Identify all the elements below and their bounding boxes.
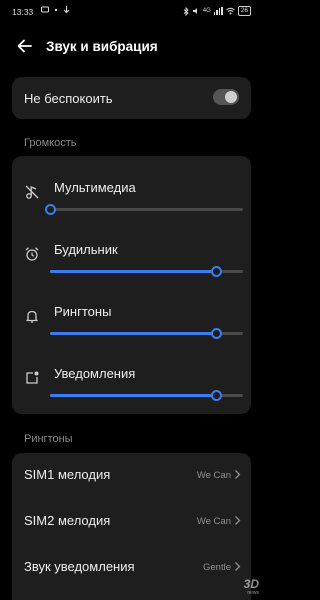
volume-section-title: Громкость	[24, 137, 77, 149]
slider-fill	[50, 394, 216, 397]
status-time: 13:33	[12, 7, 34, 17]
download-icon	[63, 6, 70, 14]
page-title: Звук и вибрация	[46, 39, 158, 54]
ringtone-value: Gentle	[203, 562, 231, 573]
slider-thumb[interactable]	[45, 204, 56, 215]
ringtone-row-sim2[interactable]: SIM2 мелодия We Can	[12, 499, 251, 543]
signal-icon	[213, 7, 223, 15]
volume-slider[interactable]	[50, 328, 243, 339]
volume-label: Будильник	[54, 242, 118, 257]
network-type-label: 4G	[202, 8, 211, 14]
slider-thumb[interactable]	[210, 390, 222, 401]
ringtones-card: SIM1 мелодия We Can SIM2 мелодия We Can …	[12, 453, 251, 600]
volume-label: Мультимедиа	[54, 180, 136, 195]
battery-icon: 26	[237, 6, 251, 16]
slider-fill	[50, 270, 216, 273]
chevron-right-icon	[235, 470, 241, 479]
status-left-icons	[41, 6, 70, 14]
ringtone-row-notification-sound[interactable]: Звук уведомления Gentle	[12, 545, 251, 589]
volume-row-alarm: Будильник	[12, 226, 251, 286]
volume-label: Рингтоны	[54, 304, 112, 319]
ringtone-label: Звук уведомления	[24, 559, 135, 574]
bluetooth-icon	[183, 6, 189, 16]
do-not-disturb-label: Не беспокоить	[24, 91, 113, 106]
do-not-disturb-toggle[interactable]	[213, 89, 239, 105]
notification-icon	[26, 371, 39, 384]
chevron-right-icon	[235, 516, 241, 525]
watermark-main: 3D	[243, 577, 259, 591]
volume-label: Уведомления	[54, 366, 136, 381]
do-not-disturb-row[interactable]: Не беспокоить	[12, 77, 251, 119]
back-arrow-icon[interactable]	[16, 37, 34, 55]
toggle-knob	[225, 91, 237, 103]
mute-icon	[192, 8, 197, 14]
wifi-icon	[225, 7, 235, 15]
muted-music-icon	[25, 185, 39, 199]
chevron-right-icon	[235, 562, 241, 571]
ringtone-value: We Can	[196, 470, 231, 481]
volume-row-ringtone: Рингтоны	[12, 288, 251, 348]
volume-card: Мультимедиа Будильник Рингтоны Уведомлен…	[12, 156, 251, 414]
status-right-icons: 4G 26	[183, 6, 251, 16]
volume-slider[interactable]	[50, 266, 243, 277]
slider-thumb[interactable]	[210, 266, 222, 277]
volume-row-notifications: Уведомления	[12, 350, 251, 410]
volume-slider[interactable]	[45, 204, 243, 215]
ringtone-label: SIM2 мелодия	[24, 513, 111, 528]
slider-thumb[interactable]	[210, 328, 222, 339]
ringtone-row-sim1[interactable]: SIM1 мелодия We Can	[12, 453, 251, 497]
bell-icon	[26, 310, 38, 323]
watermark-logo: 3D news	[243, 577, 259, 596]
ringtones-section-title: Рингтоны	[24, 433, 73, 445]
volume-slider[interactable]	[50, 390, 243, 401]
status-bar: 13:33 4G 26	[0, 0, 263, 22]
slider-fill	[50, 332, 216, 335]
ringtone-label: SIM1 мелодия	[24, 467, 111, 482]
alarm-clock-icon	[25, 247, 39, 261]
header: Звук и вибрация	[0, 30, 263, 64]
more-icon	[54, 8, 58, 12]
volume-row-media: Мультимедиа	[12, 164, 251, 224]
message-icon	[41, 6, 49, 13]
ringtone-value: We Can	[196, 516, 231, 527]
